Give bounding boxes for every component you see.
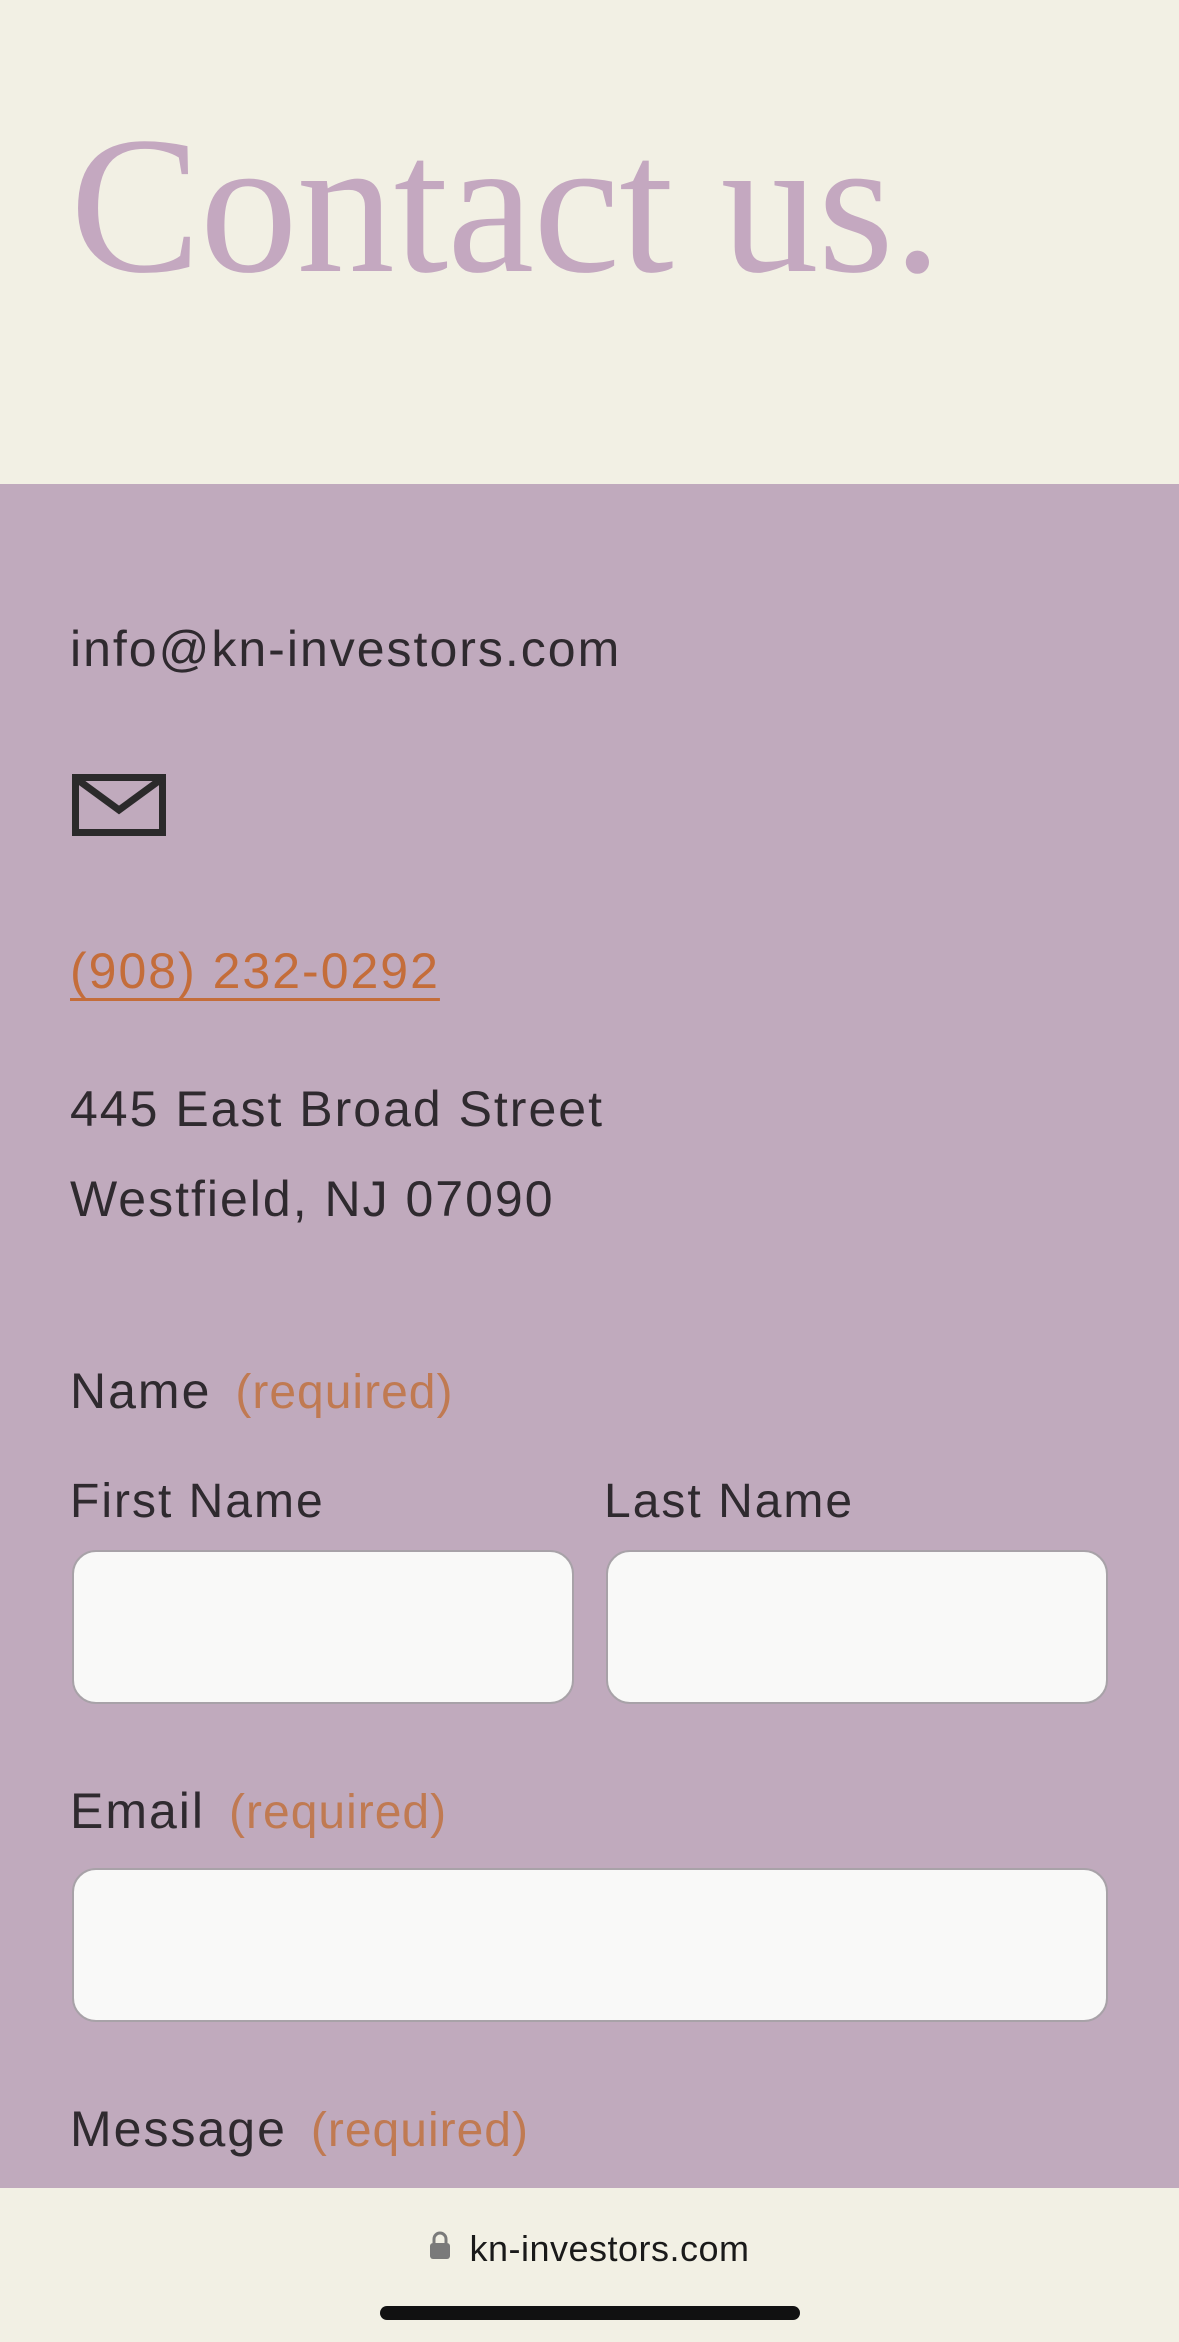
url-display[interactable]: kn-investors.com xyxy=(0,2228,1179,2270)
name-required-indicator: (required) xyxy=(235,1366,454,1419)
phone-link[interactable]: (908) 232-0292 xyxy=(70,946,440,996)
message-required-indicator: (required) xyxy=(310,2104,529,2157)
email-field-label: Email (required) xyxy=(70,1786,447,1837)
name-label-text: Name xyxy=(70,1363,212,1419)
hero-section: Contact us. xyxy=(0,0,1179,484)
email-input[interactable] xyxy=(72,1868,1108,2022)
name-field-label: Name (required) xyxy=(70,1366,453,1417)
last-name-label: Last Name xyxy=(604,1475,855,1528)
address-line-1: 445 East Broad Street xyxy=(70,1081,604,1137)
lock-icon xyxy=(430,2231,451,2259)
contact-email: info@kn-investors.com xyxy=(70,621,622,677)
address-line-2: Westfield, NJ 07090 xyxy=(70,1171,555,1227)
message-field-label: Message (required) xyxy=(70,2104,529,2155)
page-title: Contact us. xyxy=(70,97,942,314)
contact-section: info@kn-investors.com (908) 232-0292 445… xyxy=(0,484,1179,2188)
browser-address-bar[interactable]: kn-investors.com xyxy=(0,2188,1179,2342)
url-text: kn-investors.com xyxy=(469,2228,750,2269)
first-name-input[interactable] xyxy=(72,1550,574,1704)
home-indicator[interactable] xyxy=(380,2306,800,2320)
first-name-label: First Name xyxy=(70,1475,325,1528)
email-required-indicator: (required) xyxy=(229,1786,448,1839)
last-name-input[interactable] xyxy=(606,1550,1108,1704)
envelope-icon[interactable] xyxy=(72,774,166,836)
message-label-text: Message xyxy=(70,2101,287,2157)
email-label-text: Email xyxy=(70,1783,206,1839)
